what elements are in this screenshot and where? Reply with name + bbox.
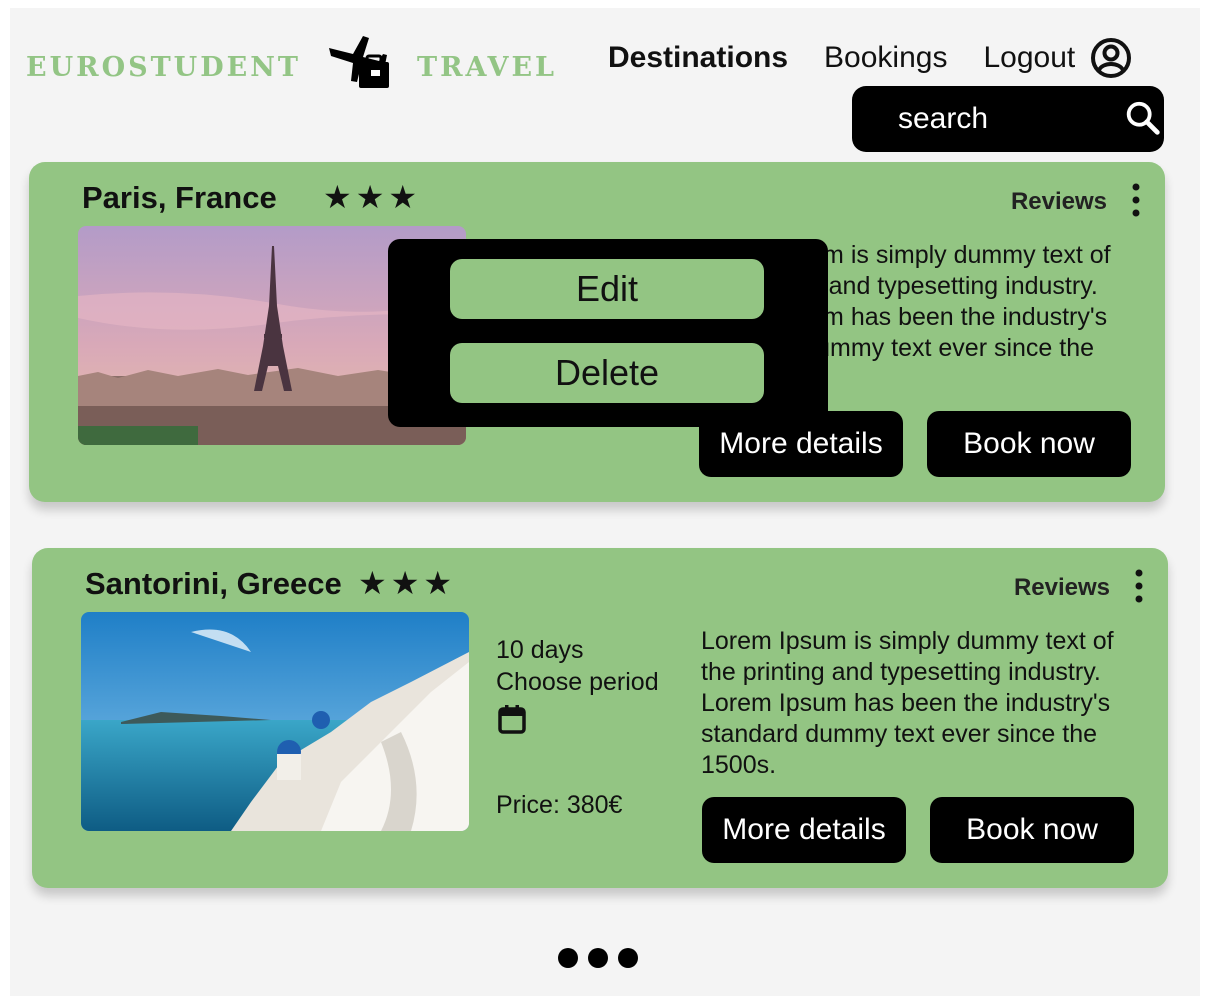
- destination-photo-santorini: [81, 612, 469, 831]
- edit-button[interactable]: Edit: [450, 259, 764, 319]
- description: Lorem Ipsum is simply dummy text of the …: [701, 627, 1114, 779]
- book-now-button[interactable]: Book now: [927, 411, 1131, 477]
- logo-text-right: TRAVEL: [417, 51, 558, 83]
- airplane-luggage-icon: [329, 36, 389, 88]
- duration: 10 days: [496, 636, 584, 664]
- kebab-menu-icon[interactable]: [1132, 568, 1146, 604]
- pagination-dots[interactable]: [558, 948, 638, 968]
- logo-text-left: EUROSTUDENT: [26, 51, 301, 83]
- logo[interactable]: EUROSTUDENT TRAVEL: [26, 36, 557, 98]
- user-circle-icon[interactable]: [1089, 36, 1133, 80]
- nav-logout[interactable]: Logout: [983, 41, 1075, 75]
- kebab-menu-icon[interactable]: [1129, 182, 1143, 218]
- search-bar: [852, 86, 1164, 152]
- card-options-popup: Edit Delete: [388, 239, 828, 427]
- page-dot[interactable]: [558, 948, 578, 968]
- reviews-link[interactable]: Reviews: [1014, 574, 1110, 602]
- delete-button[interactable]: Delete: [450, 343, 764, 403]
- choose-period-link[interactable]: Choose period: [496, 666, 659, 698]
- destination-card-santorini: Santorini, Greece ★★★ Reviews 10 days Ch…: [32, 548, 1168, 888]
- nav-bookings[interactable]: Bookings: [824, 41, 947, 75]
- more-details-button[interactable]: More details: [702, 797, 906, 863]
- page-dot[interactable]: [618, 948, 638, 968]
- nav-destinations[interactable]: Destinations: [608, 41, 788, 75]
- reviews-link[interactable]: Reviews: [1011, 188, 1107, 216]
- search-input[interactable]: [896, 101, 1120, 137]
- price: Price: 380€: [496, 791, 623, 819]
- calendar-icon[interactable]: [498, 704, 526, 734]
- top-nav: Destinations Bookings Logout: [608, 36, 1133, 80]
- star-rating: ★★★: [358, 565, 457, 601]
- card-title: Santorini, Greece: [85, 566, 342, 601]
- page-dot[interactable]: [588, 948, 608, 968]
- star-rating: ★★★: [323, 179, 422, 215]
- book-now-button[interactable]: Book now: [930, 797, 1134, 863]
- search-icon[interactable]: [1122, 97, 1164, 141]
- card-title: Paris, France: [82, 180, 277, 215]
